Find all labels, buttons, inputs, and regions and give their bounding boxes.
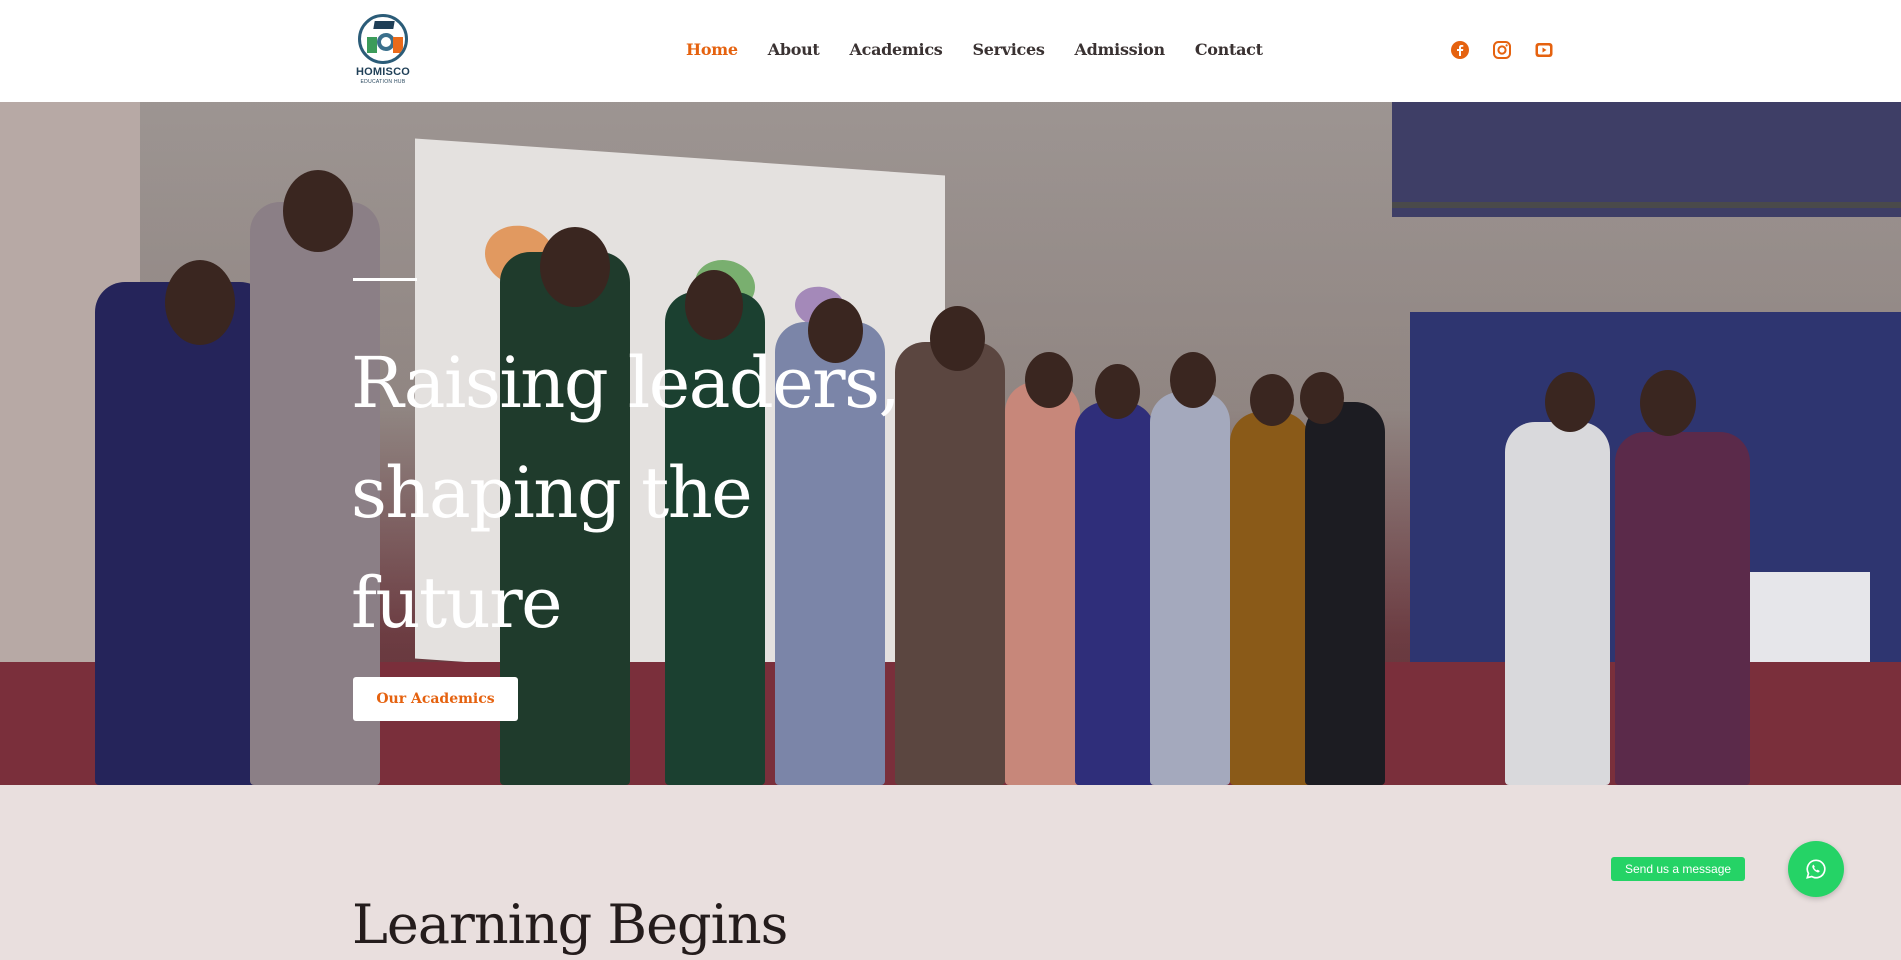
nav-admission[interactable]: Admission <box>1075 40 1166 59</box>
logo-emblem-icon <box>358 14 408 64</box>
section-title: Learning Begins <box>352 893 788 956</box>
site-header: HOMISCO EDUCATION HUB Home About Academi… <box>0 0 1901 102</box>
hero-accent-line <box>353 278 417 281</box>
main-nav: Home About Academics Services Admission … <box>686 40 1263 59</box>
youtube-icon[interactable] <box>1534 40 1554 60</box>
whatsapp-message-label[interactable]: Send us a message <box>1611 857 1746 881</box>
nav-about[interactable]: About <box>768 40 820 59</box>
whatsapp-icon <box>1806 859 1826 879</box>
hero-title: Raising leaders, shaping the future <box>351 328 971 658</box>
site-logo[interactable]: HOMISCO EDUCATION HUB <box>352 14 414 88</box>
nav-contact[interactable]: Contact <box>1195 40 1263 59</box>
nav-services[interactable]: Services <box>972 40 1044 59</box>
instagram-icon[interactable] <box>1492 40 1512 60</box>
our-academics-button[interactable]: Our Academics <box>353 677 518 721</box>
logo-name: HOMISCO <box>356 66 410 78</box>
nav-academics[interactable]: Academics <box>850 40 943 59</box>
whatsapp-chat-button[interactable] <box>1788 841 1844 897</box>
facebook-icon[interactable] <box>1450 40 1470 60</box>
nav-home[interactable]: Home <box>686 40 738 59</box>
logo-subtitle: EDUCATION HUB <box>360 79 406 85</box>
hero-title-line: shaping the <box>351 452 753 534</box>
hero-title-line: future <box>351 562 563 644</box>
hero-title-line: Raising leaders, <box>351 342 901 424</box>
